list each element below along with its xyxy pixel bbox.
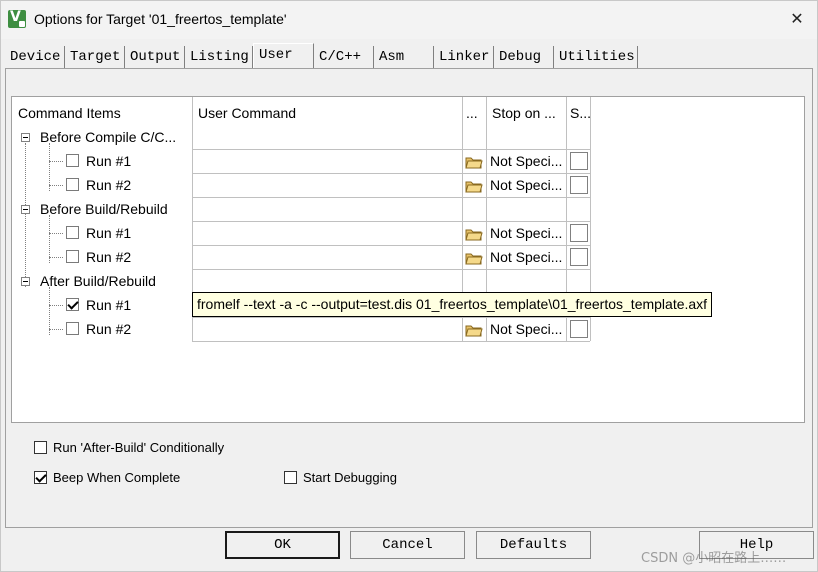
run-checkbox[interactable] xyxy=(66,322,79,335)
tree-line xyxy=(49,257,63,258)
run-label: Run #2 xyxy=(86,321,132,337)
folder-open-icon[interactable] xyxy=(465,226,483,241)
tree-line xyxy=(49,215,50,263)
tree-line xyxy=(49,329,63,330)
run-label: Run #1 xyxy=(86,225,132,241)
tree-line xyxy=(49,185,63,186)
title-bar: V Options for Target '01_freertos_templa… xyxy=(1,1,817,39)
tab-output[interactable]: Output xyxy=(125,46,185,68)
defaults-button[interactable]: Defaults xyxy=(476,531,591,559)
tree-line xyxy=(49,287,50,335)
cancel-button[interactable]: Cancel xyxy=(350,531,465,559)
tab-target[interactable]: Target xyxy=(65,46,125,68)
header-user-command[interactable]: User Command xyxy=(192,97,462,129)
tab-linker[interactable]: Linker xyxy=(434,46,494,68)
s-checkbox[interactable] xyxy=(570,152,588,170)
user-command-tooltip: fromelf --text -a -c --output=test.dis 0… xyxy=(192,292,713,317)
stop-on-select[interactable]: Not Speci... xyxy=(490,225,564,241)
beep-when-complete-label: Beep When Complete xyxy=(53,470,181,485)
user-command-grid: Command Items User Command ... Stop on .… xyxy=(11,96,805,423)
window-title: Options for Target '01_freertos_template… xyxy=(34,11,287,27)
run-label: Run #1 xyxy=(86,297,132,313)
run-checkbox[interactable] xyxy=(66,178,79,191)
grid-row-line xyxy=(192,173,590,174)
stop-on-select[interactable]: Not Speci... xyxy=(490,321,564,337)
folder-open-icon[interactable] xyxy=(465,178,483,193)
tab-debug[interactable]: Debug xyxy=(494,46,554,68)
s-checkbox[interactable] xyxy=(570,320,588,338)
header-s[interactable]: S... xyxy=(566,97,590,129)
stop-on-select[interactable]: Not Speci... xyxy=(490,177,564,193)
header-command-items[interactable]: Command Items xyxy=(12,97,192,129)
run-checkbox[interactable] xyxy=(66,250,79,263)
beep-when-complete-checkbox[interactable] xyxy=(34,471,47,484)
grid-row-line xyxy=(192,269,590,270)
grid-row-line xyxy=(192,341,590,342)
tab-listing[interactable]: Listing xyxy=(185,46,253,68)
keil-uvision-icon: V xyxy=(8,9,26,28)
s-checkbox[interactable] xyxy=(570,224,588,242)
run-label: Run #2 xyxy=(86,177,132,193)
grid-row-line xyxy=(192,149,590,150)
group-before-build[interactable]: Before Build/Rebuild xyxy=(40,201,190,221)
stop-on-select[interactable]: Not Speci... xyxy=(490,249,564,265)
s-checkbox[interactable] xyxy=(570,176,588,194)
stop-on-select[interactable]: Not Speci... xyxy=(490,153,564,169)
tab-device[interactable]: Device xyxy=(5,46,65,68)
ok-button[interactable]: OK xyxy=(225,531,340,559)
close-icon[interactable]: ✕ xyxy=(787,9,807,29)
grid-row-line xyxy=(192,197,590,198)
after-build-conditional-checkbox[interactable] xyxy=(34,441,47,454)
run-label: Run #2 xyxy=(86,249,132,265)
header-stop-on[interactable]: Stop on ... xyxy=(486,97,566,129)
folder-open-icon[interactable] xyxy=(465,154,483,169)
collapse-icon[interactable] xyxy=(21,133,30,142)
tree-line xyxy=(49,161,63,162)
folder-open-icon[interactable] xyxy=(465,322,483,337)
csdn-watermark: CSDN @小昭在路上…… xyxy=(641,551,787,566)
header-browse[interactable]: ... xyxy=(462,97,486,129)
tab-asm[interactable]: Asm xyxy=(374,46,434,68)
grid-row-line xyxy=(192,245,590,246)
options-dialog: V Options for Target '01_freertos_templa… xyxy=(0,0,818,572)
group-after-build[interactable]: After Build/Rebuild xyxy=(40,273,190,293)
tree-line xyxy=(49,305,63,306)
after-build-conditional-label: Run 'After-Build' Conditionally xyxy=(53,440,225,455)
collapse-icon[interactable] xyxy=(21,277,30,286)
collapse-icon[interactable] xyxy=(21,205,30,214)
tree-line xyxy=(49,233,63,234)
run-checkbox[interactable] xyxy=(66,154,79,167)
run-label: Run #1 xyxy=(86,153,132,169)
tree-line xyxy=(49,143,50,191)
tree-line xyxy=(25,143,26,287)
run-checkbox[interactable] xyxy=(66,226,79,239)
tab-utilities[interactable]: Utilities xyxy=(554,46,638,68)
group-before-compile[interactable]: Before Compile C/C... xyxy=(40,129,190,149)
s-checkbox[interactable] xyxy=(570,248,588,266)
start-debugging-label: Start Debugging xyxy=(303,470,397,485)
run-checkbox-checked[interactable] xyxy=(66,298,79,311)
start-debugging-checkbox[interactable] xyxy=(284,471,297,484)
grid-row-line xyxy=(192,317,590,318)
grid-row-line xyxy=(192,221,590,222)
folder-open-icon[interactable] xyxy=(465,250,483,265)
tab-user[interactable]: User xyxy=(253,43,314,68)
tab-cpp[interactable]: C/C++ xyxy=(314,46,374,68)
